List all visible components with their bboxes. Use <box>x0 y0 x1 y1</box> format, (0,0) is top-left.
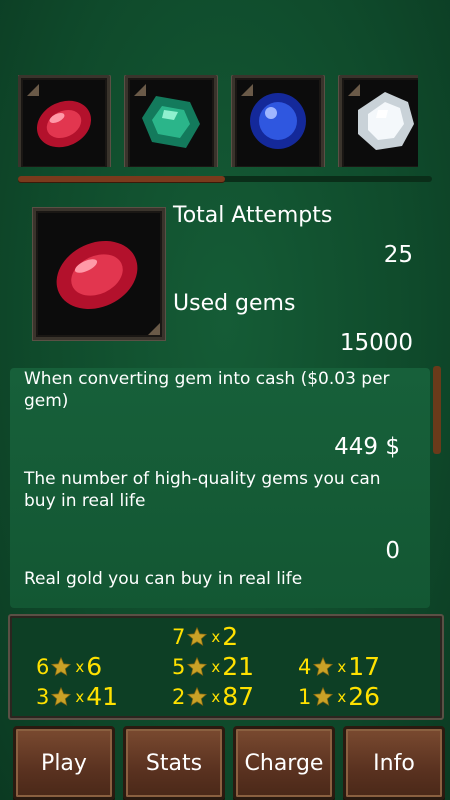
star-count-value: 26 <box>348 682 381 711</box>
times-sign: x <box>337 687 347 706</box>
conversion-scrollbar[interactable] <box>433 366 441 454</box>
ruby-gem-icon <box>56 240 138 310</box>
star-icon <box>313 686 334 706</box>
star-level: 5 <box>172 654 186 679</box>
cash-conversion-value: 449 $ <box>334 434 400 460</box>
star-level: 6 <box>36 654 50 679</box>
times-sign: x <box>211 657 221 676</box>
star-count-item: 2 x 87 <box>172 682 254 711</box>
conversion-panel-background: When converting gem into cash ($0.03 per… <box>10 368 430 608</box>
star-count-value: 6 <box>86 652 103 681</box>
gem-strip-scroll-thumb[interactable] <box>18 176 225 182</box>
star-icon <box>313 656 334 676</box>
star-level: 2 <box>172 684 186 709</box>
info-button[interactable]: Info <box>343 726 445 800</box>
star-count-box: 7 x 2 6 x 6 5 x 21 4 x 17 3 x 41 2 x 87 1 x 26 <box>8 614 444 720</box>
times-sign: x <box>75 687 85 706</box>
star-count-value: 21 <box>222 652 255 681</box>
cash-conversion-label: When converting gem into cash ($0.03 per… <box>24 369 390 411</box>
star-count-item: 1 x 26 <box>298 682 380 711</box>
star-count-value: 87 <box>222 682 255 711</box>
charge-button[interactable]: Charge <box>233 726 335 800</box>
conversion-panel[interactable]: When converting gem into cash ($0.03 per… <box>10 368 440 608</box>
star-level: 3 <box>36 684 50 709</box>
star-level: 4 <box>298 654 312 679</box>
star-icon <box>187 656 208 676</box>
used-gems-value: 15000 <box>339 330 413 356</box>
total-attempts-label: Total Attempts <box>173 203 333 228</box>
star-count-item: 7 x2 <box>172 622 238 651</box>
times-sign: x <box>337 657 347 676</box>
star-count-item: 3 x 41 <box>36 682 118 711</box>
selected-gem-slot <box>33 208 165 340</box>
star-count-value: 2 <box>222 622 239 651</box>
star-icon <box>51 686 72 706</box>
gem-slot-emerald[interactable] <box>125 75 217 167</box>
gem-slot-sapphire[interactable] <box>232 75 324 167</box>
star-count-item: 4 x 17 <box>298 652 380 681</box>
gem-slot-diamond[interactable] <box>339 75 418 167</box>
used-gems-label: Used gems <box>173 291 296 316</box>
times-sign: x <box>75 657 85 676</box>
star-icon <box>51 656 72 676</box>
star-icon <box>187 686 208 706</box>
real-gold-label: Real gold you can buy in real life <box>24 569 303 589</box>
star-count-value: 41 <box>86 682 119 711</box>
star-count-item: 5 x 21 <box>172 652 254 681</box>
star-count-item: 6x6 <box>36 652 102 681</box>
total-attempts-value: 25 <box>383 242 413 268</box>
stats-button[interactable]: Stats <box>123 726 225 800</box>
hq-gems-value: 0 <box>385 538 400 564</box>
star-icon <box>187 626 208 646</box>
times-sign: x <box>211 687 221 706</box>
gem-selector-strip[interactable] <box>18 75 418 167</box>
gem-slot-ruby[interactable] <box>18 75 110 167</box>
play-button[interactable]: Play <box>13 726 115 800</box>
star-level: 1 <box>298 684 312 709</box>
star-count-value: 17 <box>348 652 381 681</box>
star-level: 7 <box>172 624 186 649</box>
times-sign: x <box>211 627 221 646</box>
hq-gems-label: The number of high-quality gems you can … <box>24 469 381 511</box>
